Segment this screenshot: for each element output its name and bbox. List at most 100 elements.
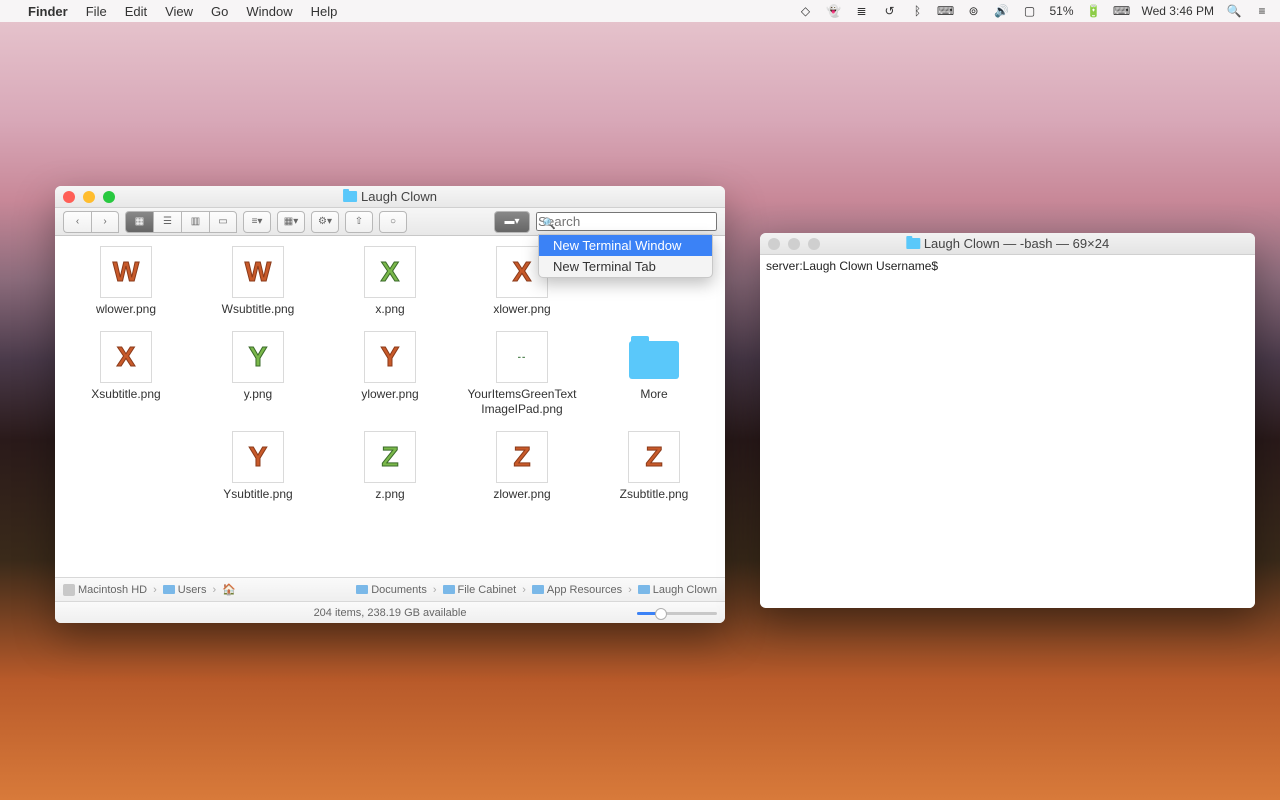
window-title: Laugh Clown [361, 189, 437, 204]
share-button[interactable]: ⇧ [345, 211, 373, 233]
file-item[interactable]: X Xsubtitle.png [65, 327, 187, 421]
minimize-button[interactable] [83, 191, 95, 203]
group-button[interactable]: ▦▾ [277, 211, 305, 233]
bluetooth-icon[interactable]: ᛒ [909, 4, 925, 18]
spotlight-icon[interactable]: 🔍 [1226, 4, 1242, 18]
list-icon[interactable]: ≣ [853, 4, 869, 18]
path-crumb[interactable]: Users [163, 584, 207, 596]
terminal-prompt: server:Laugh Clown Username$ [766, 259, 938, 273]
terminal-window: Laugh Clown — -bash — 69×24 server:Laugh… [760, 233, 1255, 608]
file-thumbnail: Z [364, 431, 416, 483]
icon-size-slider[interactable] [637, 606, 717, 620]
clock[interactable]: Wed 3:46 PM [1142, 4, 1214, 18]
search-input[interactable] [536, 212, 717, 231]
path-crumb[interactable]: Macintosh HD [63, 584, 147, 596]
path-crumb[interactable]: App Resources [532, 584, 622, 596]
menu-help[interactable]: Help [311, 4, 338, 19]
forward-button[interactable]: › [91, 211, 119, 233]
folder-icon [163, 585, 175, 594]
menu-view[interactable]: View [165, 4, 193, 19]
file-label: y.png [244, 387, 272, 402]
status-bar: 204 items, 238.19 GB available [55, 601, 725, 623]
file-item[interactable]: Yylower.png [329, 327, 451, 421]
menu-edit[interactable]: Edit [125, 4, 147, 19]
file-item[interactable]: WWsubtitle.png [197, 242, 319, 321]
finder-titlebar[interactable]: Laugh Clown [55, 186, 725, 208]
action-button[interactable]: ⚙▾ [311, 211, 339, 233]
volume-icon[interactable]: 🔊 [993, 4, 1009, 18]
notifications-icon[interactable]: ≡ [1254, 4, 1270, 18]
file-thumbnail: Y [232, 431, 284, 483]
file-thumbnail: Y [232, 331, 284, 383]
inbox-icon[interactable]: ◇ [797, 4, 813, 18]
close-button[interactable] [768, 238, 780, 250]
file-label: YourItemsGreenTextImageIPad.png [467, 387, 577, 417]
folder-icon [532, 585, 544, 594]
wifi-icon[interactable]: ⊚ [965, 4, 981, 18]
file-thumbnail: X [364, 246, 416, 298]
maximize-button[interactable] [103, 191, 115, 203]
view-icons-button[interactable]: ▦ [125, 211, 153, 233]
file-label: z.png [375, 487, 404, 502]
file-item[interactable]: More [593, 327, 715, 421]
view-columns-button[interactable]: ▥ [181, 211, 209, 233]
keyboard-icon[interactable]: ⌨ [937, 4, 953, 18]
terminal-dropdown: New Terminal Window New Terminal Tab [538, 234, 713, 278]
file-item[interactable]: Yy.png [197, 327, 319, 421]
menu-window[interactable]: Window [246, 4, 292, 19]
input-icon[interactable]: ⌨︎ [1114, 4, 1130, 18]
folder-icon [638, 585, 650, 594]
folder-icon [343, 191, 357, 202]
file-label: x.png [375, 302, 404, 317]
minimize-button[interactable] [788, 238, 800, 250]
path-crumb[interactable]: Laugh Clown [638, 584, 717, 596]
file-item[interactable]: --YourItemsGreenTextImageIPad.png [461, 327, 583, 421]
file-thumbnail: W [100, 246, 152, 298]
menu-file[interactable]: File [86, 4, 107, 19]
file-label: Ysubtitle.png [223, 487, 292, 502]
app-name[interactable]: Finder [28, 4, 68, 19]
file-item[interactable]: Wwlower.png [65, 242, 187, 321]
arrange-button[interactable]: ≡▾ [243, 211, 271, 233]
file-item[interactable]: ZZsubtitle.png [593, 427, 715, 506]
file-thumbnail: Y [364, 331, 416, 383]
file-thumbnail: X [100, 331, 152, 383]
folder-icon [356, 585, 368, 594]
close-button[interactable] [63, 191, 75, 203]
menu-go[interactable]: Go [211, 4, 228, 19]
file-item[interactable]: Xx.png [329, 242, 451, 321]
file-thumbnail: Z [496, 431, 548, 483]
view-list-button[interactable]: ☰ [153, 211, 181, 233]
file-label: wlower.png [96, 302, 156, 317]
folder-icon [906, 238, 920, 249]
tags-button[interactable]: ○ [379, 211, 407, 233]
terminal-body[interactable]: server:Laugh Clown Username$ [760, 255, 1255, 608]
view-gallery-button[interactable]: ▭ [209, 211, 237, 233]
menu-new-terminal-tab[interactable]: New Terminal Tab [539, 256, 712, 277]
battery-icon[interactable]: 🔋 [1086, 4, 1102, 18]
path-crumb[interactable]: File Cabinet [443, 584, 517, 596]
back-button[interactable]: ‹ [63, 211, 91, 233]
file-thumbnail: W [232, 246, 284, 298]
search-field-wrap: 🔍 [536, 212, 717, 231]
path-crumb[interactable]: Documents [356, 584, 427, 596]
file-label: Xsubtitle.png [91, 387, 160, 402]
terminal-titlebar[interactable]: Laugh Clown — -bash — 69×24 [760, 233, 1255, 255]
terminal-title: Laugh Clown — -bash — 69×24 [924, 236, 1109, 251]
file-item[interactable]: Y Ysubtitle.png [197, 427, 319, 506]
ghost-icon[interactable]: 👻 [825, 4, 841, 18]
file-item[interactable]: Zzlower.png [461, 427, 583, 506]
path-crumb[interactable]: 🏠 [222, 583, 236, 596]
disk-icon [63, 584, 75, 596]
menu-new-terminal-window[interactable]: New Terminal Window [539, 235, 712, 256]
file-label: Zsubtitle.png [620, 487, 689, 502]
file-item[interactable]: Zz.png [329, 427, 451, 506]
airplay-icon[interactable]: ▢ [1021, 4, 1037, 18]
search-icon: 🔍 [542, 217, 556, 230]
timemachine-icon[interactable]: ↺ [881, 4, 897, 18]
maximize-button[interactable] [808, 238, 820, 250]
file-label: More [640, 387, 667, 402]
path-bar: Macintosh HD› Users› 🏠 Documents› File C… [55, 577, 725, 601]
battery-percent[interactable]: 51% [1049, 4, 1073, 18]
terminal-button[interactable]: ▬▾ [494, 211, 530, 233]
